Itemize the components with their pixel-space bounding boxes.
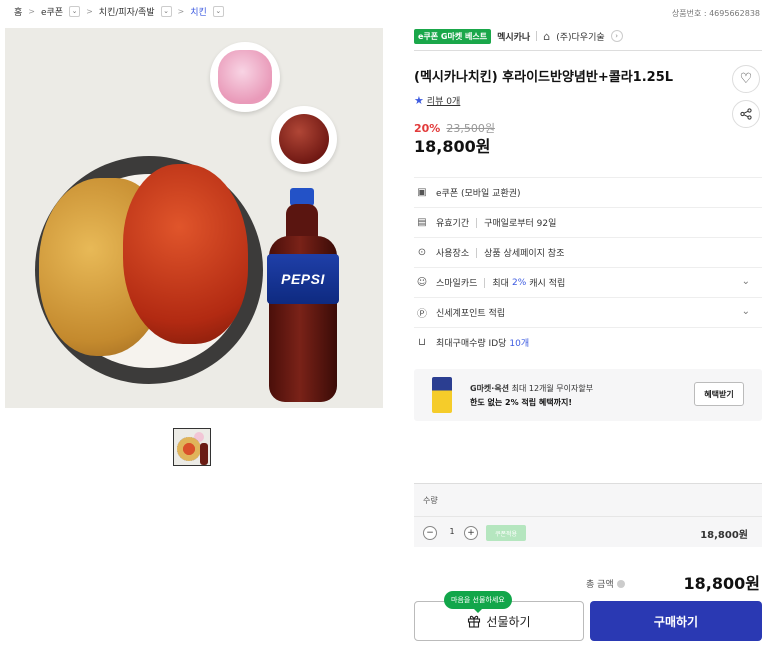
info-label: 사용장소 [436, 249, 470, 259]
divider [414, 50, 762, 51]
quantity-label: 수량 [423, 496, 438, 505]
banner-line1: G마켓·옥션 최대 12개월 무이자할부 [470, 383, 593, 394]
info-row-smilecard[interactable]: ☺ 스마일카드 최대 2% 캐시 적립 ⌄ [414, 267, 762, 297]
banner-brand: G마켓·옥션 [470, 384, 510, 393]
quantity-box: 수량 − 1 + 쿠폰적용 18,800원 [414, 483, 762, 547]
review-count: 리뷰 0개 [426, 97, 461, 107]
divider [476, 217, 478, 228]
thumbnail-bottle [200, 443, 208, 465]
cart-icon: ⊔ [418, 337, 426, 348]
location-icon: ⊙ [417, 247, 427, 258]
pepsi-logo: PEPSI [281, 271, 325, 287]
breadcrumb-separator: > [177, 7, 185, 16]
breadcrumb-dropdown-icon[interactable]: ⌄ [212, 6, 224, 17]
chevron-down-icon[interactable]: ⌄ [742, 306, 750, 317]
benefit-button[interactable]: 혜택받기 [694, 382, 744, 406]
banner-line1-text: 최대 12개월 무이자할부 [511, 384, 594, 393]
coupon-apply-button[interactable]: 쿠폰적용 [486, 525, 526, 541]
star-icon: ★ [414, 94, 424, 107]
info-row-ecoupon: ▣ e쿠폰 (모바일 교환권) [414, 177, 762, 207]
divider [484, 277, 486, 288]
shop-link[interactable]: (주)다우기술 [556, 30, 604, 43]
sale-price: 18,800원 [414, 137, 491, 156]
wishlist-button[interactable]: ♡ [732, 65, 760, 93]
product-main-image[interactable]: PEPSI [5, 28, 383, 408]
breadcrumb-separator: > [28, 7, 35, 16]
seller-row: e쿠폰 G마켓 베스트 멕시카나 ⌂ (주)다우기술 › [414, 27, 762, 45]
pickled-radish [218, 50, 272, 104]
points-icon: Ⓟ [417, 309, 427, 320]
credit-card-icon [432, 377, 452, 413]
chevron-down-icon[interactable]: ⌄ [742, 276, 750, 287]
gift-button-label: 선물하기 [486, 614, 531, 629]
divider [476, 247, 478, 258]
info-label: 신세계포인트 적립 [436, 309, 506, 319]
sauce [279, 114, 329, 164]
heart-icon: ♡ [739, 71, 753, 87]
info-value: 구매일로부터 92일 [484, 219, 557, 229]
product-number: 상품번호 : 4695662838 [671, 9, 760, 18]
quantity-minus-button[interactable]: − [423, 526, 437, 540]
info-label: e쿠폰 (모바일 교환권) [436, 189, 521, 199]
share-button[interactable] [732, 100, 760, 128]
best-badge[interactable]: e쿠폰 G마켓 베스트 [414, 28, 492, 44]
quantity-row: − 1 + 쿠폰적용 18,800원 [414, 516, 762, 548]
info-value: 최대 [492, 279, 509, 289]
info-label: 스마일카드 [436, 279, 478, 289]
cola-bottle: PEPSI [267, 188, 339, 404]
total-label-text: 총 금액 [586, 580, 614, 590]
share-icon [740, 108, 752, 120]
breadcrumb-separator: > [86, 7, 93, 16]
breadcrumb: 홈 > e쿠폰 ⌄ > 치킨/피자/족발 ⌄ > 치킨 ⌄ [14, 5, 224, 18]
bottle-label: PEPSI [267, 254, 339, 304]
info-highlight: 10개 [509, 339, 530, 349]
home-icon[interactable]: ⌂ [543, 30, 550, 43]
info-row-points[interactable]: Ⓟ 신세계포인트 적립 ⌄ [414, 297, 762, 327]
quantity-plus-button[interactable]: + [464, 526, 478, 540]
info-suffix: 캐시 적립 [529, 279, 566, 289]
chevron-right-icon[interactable]: › [610, 30, 623, 42]
seasoned-chicken [123, 164, 248, 344]
gallery-thumbnail[interactable] [173, 428, 211, 466]
info-row-location: ⊙ 사용장소 상품 상세페이지 참조 [414, 237, 762, 267]
breadcrumb-dropdown-icon[interactable]: ⌄ [160, 6, 172, 17]
banner-line2: 한도 없는 2% 적립 혜택까지! [470, 398, 572, 407]
breadcrumb-home[interactable]: 홈 [14, 5, 22, 18]
breadcrumb-chicken[interactable]: 치킨 [190, 5, 207, 18]
divider [536, 31, 538, 41]
brand-link[interactable]: 멕시카나 [497, 30, 530, 43]
total-price: 18,800원 [683, 574, 760, 593]
breadcrumb-dropdown-icon[interactable]: ⌄ [69, 6, 81, 17]
gift-tooltip: 마음을 선물하세요 [444, 591, 512, 613]
info-label: 최대구매수량 ID당 [436, 339, 507, 349]
buy-button[interactable]: 구매하기 [590, 601, 762, 641]
smilecard-icon: ☺ [416, 277, 428, 288]
info-value: 상품 상세페이지 참조 [484, 249, 565, 259]
gift-icon [468, 615, 481, 628]
line-price: 18,800원 [700, 530, 748, 541]
info-row-validity: ▤ 유효기간 구매일로부터 92일 [414, 207, 762, 237]
total-label: 총 금액 [586, 577, 625, 590]
quantity-input[interactable]: 1 [446, 527, 458, 536]
info-highlight: 2% [511, 277, 527, 288]
calendar-icon: ▤ [417, 217, 427, 228]
thumbnail-plate [177, 437, 201, 461]
breadcrumb-ecoupon[interactable]: e쿠폰 [41, 5, 63, 18]
card-benefit-banner: G마켓·옥션 최대 12개월 무이자할부 한도 없는 2% 적립 혜택까지! 혜… [414, 369, 762, 421]
info-list: ▣ e쿠폰 (모바일 교환권) ▤ 유효기간 구매일로부터 92일 ⊙ 사용장소… [414, 177, 762, 357]
product-info-panel: e쿠폰 G마켓 베스트 멕시카나 ⌂ (주)다우기술 › (멕시카나치킨) 후라… [414, 27, 762, 641]
review-link[interactable]: ★ 리뷰 0개 [414, 94, 460, 107]
info-row-max-purchase: ⊔ 최대구매수량 ID당 10개 [414, 327, 762, 357]
info-icon[interactable] [616, 579, 625, 588]
breadcrumb-chicken-pizza[interactable]: 치킨/피자/족발 [99, 5, 155, 18]
info-label: 유효기간 [436, 219, 470, 229]
product-title: (멕시카나치킨) 후라이드반양념반+콜라1.25L [414, 70, 674, 85]
coupon-icon: ▣ [417, 187, 427, 198]
